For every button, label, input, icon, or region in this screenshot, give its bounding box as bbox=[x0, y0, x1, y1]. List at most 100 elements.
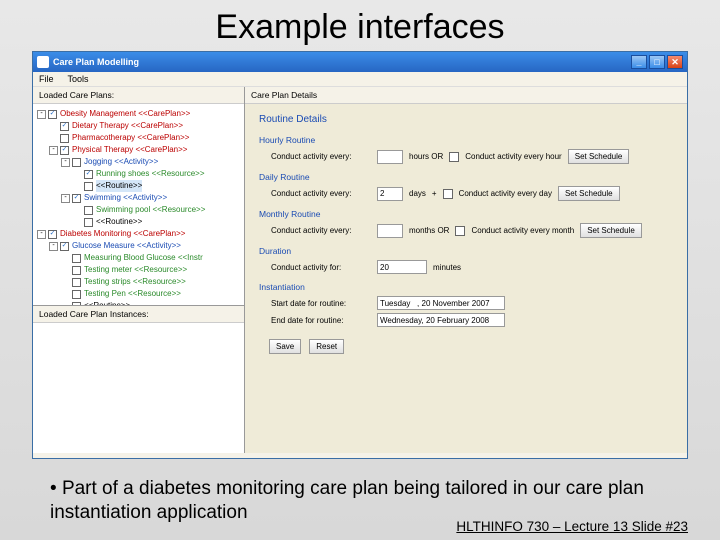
tree-toggle-icon[interactable]: - bbox=[37, 110, 46, 119]
tree-item-label: Physical Therapy <<CarePlan>> bbox=[72, 144, 187, 156]
row-monthly: Conduct activity every: months OR Conduc… bbox=[271, 223, 673, 238]
app-icon bbox=[37, 56, 49, 68]
row-daily: Conduct activity every: days + Conduct a… bbox=[271, 186, 673, 201]
maximize-button[interactable]: □ bbox=[649, 55, 665, 69]
left-header-plans: Loaded Care Plans: bbox=[33, 87, 244, 104]
tree-checkbox[interactable] bbox=[84, 206, 93, 215]
right-panel: Care Plan Details Routine Details Hourly… bbox=[245, 87, 687, 453]
tree-toggle-icon[interactable]: - bbox=[61, 194, 70, 203]
details-pane: Routine Details Hourly Routine Conduct a… bbox=[245, 104, 687, 453]
monthly-unit: months OR bbox=[409, 226, 449, 235]
tree-item[interactable]: Dietary Therapy <<CarePlan>> bbox=[37, 120, 240, 132]
menu-tools[interactable]: Tools bbox=[68, 74, 89, 84]
reset-button[interactable]: Reset bbox=[309, 339, 344, 354]
tree-item-label: Testing meter <<Resource>> bbox=[84, 264, 187, 276]
tree-item-label: Pharmacotherapy <<CarePlan>> bbox=[72, 132, 189, 144]
duration-label: Conduct activity for: bbox=[271, 263, 371, 272]
titlebar: Care Plan Modelling _ □ ✕ bbox=[33, 52, 687, 72]
row-duration: Conduct activity for: minutes bbox=[271, 260, 673, 274]
tree-item[interactable]: - Diabetes Monitoring <<CarePlan>> bbox=[37, 228, 240, 240]
daily-unit: days bbox=[409, 189, 426, 198]
set-schedule-button-3[interactable]: Set Schedule bbox=[580, 223, 642, 238]
monthly-label: Conduct activity every: bbox=[271, 226, 371, 235]
tree-item-label: Testing Pen <<Resource>> bbox=[84, 288, 181, 300]
hourly-checkbox[interactable] bbox=[449, 152, 459, 162]
daily-chk-label: Conduct activity every day bbox=[459, 189, 552, 198]
details-title: Routine Details bbox=[259, 114, 673, 125]
daily-label: Conduct activity every: bbox=[271, 189, 371, 198]
tree-item[interactable]: - Jogging <<Activity>> bbox=[37, 156, 240, 168]
tree-item[interactable]: Swimming pool <<Resource>> bbox=[37, 204, 240, 216]
menubar: File Tools bbox=[33, 72, 687, 87]
tree-item-label: Jogging <<Activity>> bbox=[84, 156, 158, 168]
tree-item-label: <<Routine>> bbox=[96, 180, 142, 192]
start-label: Start date for routine: bbox=[271, 299, 371, 308]
monthly-chk-label: Conduct activity every month bbox=[471, 226, 574, 235]
tree-checkbox[interactable] bbox=[72, 194, 81, 203]
tree-toggle-icon[interactable]: - bbox=[49, 242, 58, 251]
tree-checkbox[interactable] bbox=[48, 230, 57, 239]
hourly-input[interactable] bbox=[377, 150, 403, 164]
monthly-input[interactable] bbox=[377, 224, 403, 238]
row-start: Start date for routine: bbox=[271, 296, 673, 310]
tree-checkbox[interactable] bbox=[60, 242, 69, 251]
tree-checkbox[interactable] bbox=[60, 146, 69, 155]
duration-input[interactable] bbox=[377, 260, 427, 274]
left-header-instances: Loaded Care Plan Instances: bbox=[33, 306, 244, 323]
tree-item[interactable]: Measuring Blood Glucose <<Instr bbox=[37, 252, 240, 264]
window-controls: _ □ ✕ bbox=[631, 55, 683, 69]
tree-toggle-icon[interactable]: - bbox=[49, 146, 58, 155]
bottom-buttons: Save Reset bbox=[269, 339, 673, 354]
tree-item[interactable]: <<Routine>> bbox=[37, 216, 240, 228]
hourly-unit: hours OR bbox=[409, 152, 443, 161]
tree-item[interactable]: Running shoes <<Resource>> bbox=[37, 168, 240, 180]
monthly-checkbox[interactable] bbox=[455, 226, 465, 236]
tree-item[interactable]: Testing meter <<Resource>> bbox=[37, 264, 240, 276]
tree-item[interactable]: - Physical Therapy <<CarePlan>> bbox=[37, 144, 240, 156]
slide-footer: HLTHINFO 730 – Lecture 13 Slide #23 bbox=[456, 519, 688, 534]
tree-toggle-icon[interactable]: - bbox=[37, 230, 46, 239]
tree-item-label: <<Routine>> bbox=[96, 216, 142, 228]
tree-checkbox[interactable] bbox=[60, 122, 69, 131]
set-schedule-button-1[interactable]: Set Schedule bbox=[568, 149, 630, 164]
tree-item-label: Diabetes Monitoring <<CarePlan>> bbox=[60, 228, 185, 240]
tree-item[interactable]: Testing Pen <<Resource>> bbox=[37, 288, 240, 300]
tree-item[interactable]: Testing strips <<Resource>> bbox=[37, 276, 240, 288]
menu-file[interactable]: File bbox=[39, 74, 54, 84]
set-schedule-button-2[interactable]: Set Schedule bbox=[558, 186, 620, 201]
start-date-picker[interactable] bbox=[377, 296, 505, 310]
daily-input[interactable] bbox=[377, 187, 403, 201]
row-hourly: Conduct activity every: hours OR Conduct… bbox=[271, 149, 673, 164]
daily-sep: + bbox=[432, 189, 437, 198]
tree-checkbox[interactable] bbox=[84, 218, 93, 227]
tree-checkbox[interactable] bbox=[84, 170, 93, 179]
save-button[interactable]: Save bbox=[269, 339, 301, 354]
tree-item-label: Swimming <<Activity>> bbox=[84, 192, 167, 204]
close-button[interactable]: ✕ bbox=[667, 55, 683, 69]
tree-checkbox[interactable] bbox=[72, 254, 81, 263]
care-plan-tree[interactable]: - Obesity Management <<CarePlan>>Dietary … bbox=[33, 104, 244, 306]
tree-checkbox[interactable] bbox=[84, 182, 93, 191]
minimize-button[interactable]: _ bbox=[631, 55, 647, 69]
duration-unit: minutes bbox=[433, 263, 461, 272]
hourly-chk-label: Conduct activity every hour bbox=[465, 152, 562, 161]
tree-checkbox[interactable] bbox=[72, 266, 81, 275]
tree-checkbox[interactable] bbox=[72, 278, 81, 287]
tree-checkbox[interactable] bbox=[60, 134, 69, 143]
tree-toggle-icon[interactable]: - bbox=[61, 158, 70, 167]
tree-checkbox[interactable] bbox=[48, 110, 57, 119]
tree-item[interactable]: Pharmacotherapy <<CarePlan>> bbox=[37, 132, 240, 144]
tree-item[interactable]: -Glucose Measure <<Activity>> bbox=[37, 240, 240, 252]
tree-checkbox[interactable] bbox=[72, 290, 81, 299]
tree-item[interactable]: - Obesity Management <<CarePlan>> bbox=[37, 108, 240, 120]
tree-item[interactable]: - Swimming <<Activity>> bbox=[37, 192, 240, 204]
app-window: Care Plan Modelling _ □ ✕ File Tools Loa… bbox=[32, 51, 688, 459]
tree-item-label: Running shoes <<Resource>> bbox=[96, 168, 205, 180]
end-date-picker[interactable] bbox=[377, 313, 505, 327]
group-monthly: Monthly Routine bbox=[259, 209, 673, 219]
tree-checkbox[interactable] bbox=[72, 158, 81, 167]
instance-list[interactable] bbox=[33, 323, 244, 453]
tree-item-label: Obesity Management <<CarePlan>> bbox=[60, 108, 190, 120]
tree-item[interactable]: <<Routine>> bbox=[37, 180, 240, 192]
daily-checkbox[interactable] bbox=[443, 189, 453, 199]
